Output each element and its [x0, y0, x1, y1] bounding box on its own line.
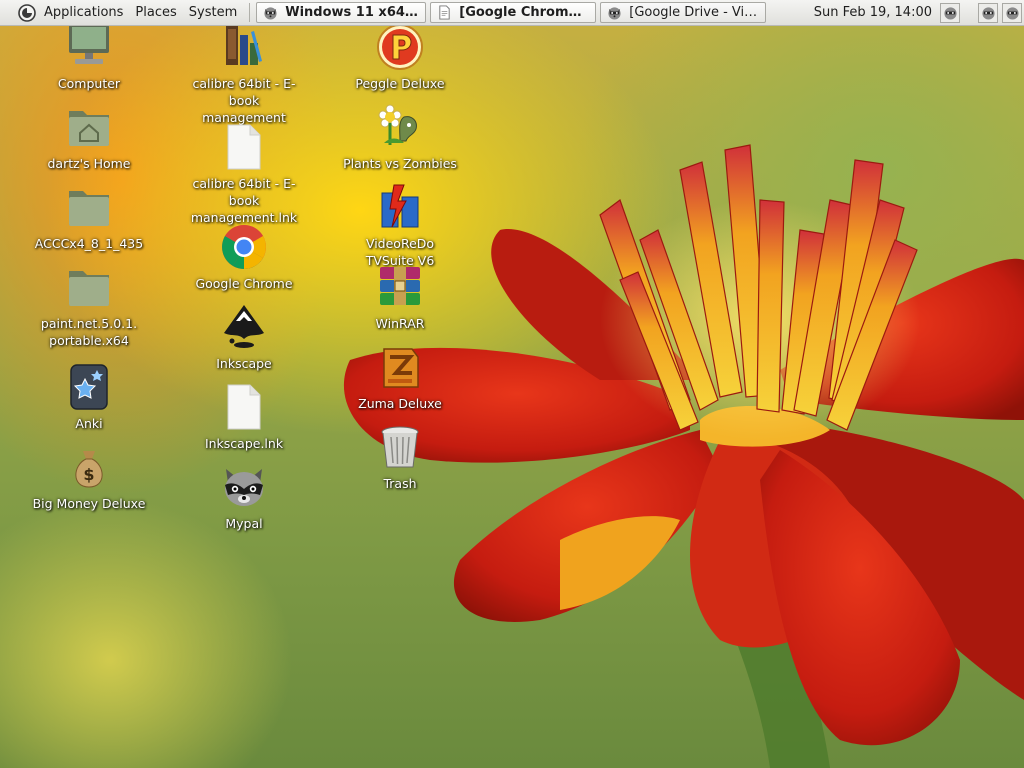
money-bag-icon: $: [75, 451, 103, 488]
places-menu[interactable]: Places: [129, 0, 182, 25]
folder-icon: [69, 271, 109, 306]
desktop-icon-label: dartz's Home: [47, 156, 131, 171]
desktop-icon-label: WinRAR: [375, 316, 425, 331]
desktop-icon-label: Inkscape.lnk: [204, 436, 284, 451]
desktop-icon-label: Google Chrome: [195, 276, 293, 291]
zuma-icon: [383, 348, 419, 388]
system-menu-label: System: [188, 5, 238, 20]
winrar-icon: [380, 267, 420, 305]
desktop-icon-acccx4[interactable]: ACCCx4_8_1_435: [29, 183, 149, 252]
chrome-icon: [222, 225, 266, 269]
applications-menu[interactable]: Applications: [0, 0, 129, 25]
desktop-icon-dartz-home[interactable]: dartz's Home: [29, 103, 149, 172]
peggle-icon: [377, 24, 423, 70]
taskbar-label: Windows 11 x64 : M...: [285, 5, 419, 20]
desktop-icon-label: paint.net.5.0.1. portable.x64: [40, 316, 138, 348]
marigold-flower-image: [343, 144, 1024, 768]
desktop-icon-label: Peggle Deluxe: [355, 76, 445, 91]
desktop-icon-label: calibre 64bit - E-book management.lnk: [190, 176, 298, 225]
tray-raccoon-1[interactable]: [940, 2, 960, 23]
tray-raccoon-2[interactable]: [978, 2, 998, 23]
desktop-icon-trash[interactable]: Trash: [340, 423, 460, 492]
taskbar-label: [Google Chrome In...: [459, 5, 589, 20]
desktop-icon-label: Trash: [383, 476, 417, 491]
svg-text:$: $: [83, 465, 94, 484]
desktop-icon-label: Zuma Deluxe: [358, 396, 442, 411]
anki-icon: [70, 364, 108, 410]
desktop-icon-anki[interactable]: Anki: [29, 363, 149, 432]
desktop-icon-calibre[interactable]: calibre 64bit - E-book management: [184, 23, 304, 126]
desktop-icon-label: Big Money Deluxe: [32, 496, 146, 511]
raccoon-icon: [264, 7, 277, 20]
system-menu[interactable]: System: [183, 0, 243, 25]
home-folder-icon: [69, 111, 109, 146]
taskbar-button-google-drive[interactable]: [Google Drive - Viru...: [600, 2, 767, 23]
file-icon: [227, 124, 261, 170]
applications-menu-label: Applications: [44, 5, 124, 20]
desktop-icon-label: Anki: [75, 416, 103, 431]
desktop-icon-label: calibre 64bit - E-book management: [192, 76, 296, 125]
top-panel: Applications Places System Windows 11 x6…: [0, 0, 1024, 26]
taskbar-label: [Google Drive - Viru...: [629, 5, 760, 20]
desktop-icon-label: Computer: [57, 76, 121, 91]
desktop-icon-inkscape[interactable]: Inkscape: [184, 303, 304, 372]
desktop-icon-calibre-lnk[interactable]: calibre 64bit - E-book management.lnk: [184, 123, 304, 226]
raccoon-icon: [225, 469, 263, 506]
desktop-icon-paint-net[interactable]: paint.net.5.0.1. portable.x64: [29, 263, 149, 349]
desktop-icon-zuma-deluxe[interactable]: Zuma Deluxe: [340, 343, 460, 412]
desktop-icon-big-money-deluxe[interactable]: $ Big Money Deluxe: [29, 443, 149, 512]
desktop-icon-label: Plants vs Zombies: [343, 156, 457, 171]
desktop-icon-plants-vs-zombies[interactable]: Plants vs Zombies: [340, 103, 460, 172]
desktop-wallpaper: [0, 0, 1024, 768]
clock[interactable]: Sun Feb 19, 14:00: [808, 5, 938, 20]
desktop-icon-label: Mypal: [225, 516, 263, 531]
plants-vs-zombies-icon: [378, 104, 417, 145]
desktop-icon-label: ACCCx4_8_1_435: [34, 236, 144, 251]
folder-icon: [69, 191, 109, 226]
taskbar-button-windows11[interactable]: Windows 11 x64 : M...: [256, 2, 427, 23]
desktop-icon-winrar[interactable]: WinRAR: [340, 263, 460, 332]
computer-icon: [69, 25, 109, 64]
document-icon: [439, 5, 450, 20]
desktop-icon-mypal[interactable]: Mypal: [184, 463, 304, 532]
taskbar-button-google-chrome[interactable]: [Google Chrome In...: [430, 2, 597, 23]
places-menu-label: Places: [135, 5, 177, 20]
raccoon-icon: [608, 7, 621, 20]
tray-raccoon-3[interactable]: [1002, 2, 1022, 23]
videoredo-icon: [381, 184, 419, 228]
raccoon-icon: [1005, 7, 1019, 20]
desktop-icon-label: Inkscape: [216, 356, 272, 371]
trash-icon: [381, 426, 419, 468]
desktop-icon-computer[interactable]: Computer: [29, 23, 149, 92]
desktop-icon-inkscape-lnk[interactable]: Inkscape.lnk: [184, 383, 304, 452]
desktop-icon-google-chrome[interactable]: Google Chrome: [184, 223, 304, 292]
raccoon-icon: [943, 7, 957, 20]
file-icon: [227, 384, 261, 430]
calibre-icon: [226, 25, 262, 65]
inkscape-icon: [224, 305, 264, 348]
desktop-icon-peggle-deluxe[interactable]: Peggle Deluxe: [340, 23, 460, 92]
mate-logo-icon: [18, 3, 36, 22]
raccoon-icon: [981, 7, 995, 20]
panel-separator: [249, 3, 251, 22]
desktop-icon-videoredo[interactable]: VideoReDo TVSuite V6: [340, 183, 460, 269]
